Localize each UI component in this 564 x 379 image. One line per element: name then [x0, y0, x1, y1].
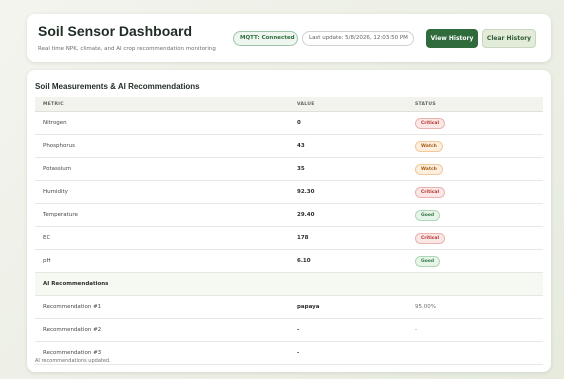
measurements-card: Soil Measurements & AI Recommendations M… [27, 70, 551, 372]
metric-value: 6.10 [297, 258, 311, 264]
table-row: EC 178 Critical [35, 227, 543, 250]
section-title: Soil Measurements & AI Recommendations [35, 82, 200, 91]
metric-name: Phosphorus [43, 143, 75, 149]
status-badge: Watch [415, 164, 443, 175]
header-card: Soil Sensor Dashboard Real time NPK, cli… [27, 14, 551, 62]
table-row: Phosphorus 43 Watch [35, 135, 543, 158]
table-row: Temperature 29.40 Good [35, 204, 543, 227]
column-header-value: VALUE [297, 102, 315, 107]
status-message: AI recommendations updated. [35, 358, 111, 364]
recommendation-label: Recommendation #2 [43, 327, 102, 333]
table-row: pH 6.10 Good [35, 250, 543, 273]
status-badge: Good [415, 210, 441, 221]
recommendation-value: - [297, 327, 300, 333]
column-header-metric: METRIC [43, 102, 64, 107]
page-subtitle: Real time NPK, climate, and AI crop reco… [38, 46, 216, 52]
metric-value: 35 [297, 166, 305, 172]
recommendation-confidence: - [415, 327, 417, 333]
metric-name: pH [43, 258, 51, 264]
metric-name: Temperature [43, 212, 78, 218]
table-row: Humidity 92.30 Critical [35, 181, 543, 204]
status-badge: Critical [415, 233, 446, 244]
table-header: METRIC VALUE STATUS [35, 97, 543, 112]
status-badge: Critical [415, 187, 446, 198]
metric-value: 178 [297, 235, 309, 241]
recommendation-value: papaya [297, 304, 320, 310]
last-update-badge: Last update: 5/8/2026, 12:03:50 PM [302, 31, 414, 46]
metric-value: 43 [297, 143, 305, 149]
clear-history-button[interactable]: Clear History [482, 29, 536, 48]
status-badge: Critical [415, 118, 446, 129]
metric-name: Potassium [43, 166, 72, 172]
ai-section-label: AI Recommendations [43, 281, 109, 287]
ai-section-header: AI Recommendations [35, 273, 543, 296]
page-title: Soil Sensor Dashboard [38, 23, 193, 39]
recommendation-row: Recommendation #3 - [35, 342, 543, 365]
recommendation-label: Recommendation #1 [43, 304, 102, 310]
status-badge: Good [415, 256, 441, 267]
metric-name: EC [43, 235, 51, 241]
recommendation-row: Recommendation #2 - - [35, 319, 543, 342]
metric-value: 92.30 [297, 189, 315, 195]
recommendation-confidence: 95.00% [415, 304, 436, 310]
view-history-button[interactable]: View History [426, 29, 478, 48]
table-row: Nitrogen 0 Critical [35, 112, 543, 135]
metric-value: 29.40 [297, 212, 315, 218]
metric-name: Humidity [43, 189, 68, 195]
measurements-table: METRIC VALUE STATUS Nitrogen 0 Critical … [35, 97, 543, 365]
recommendation-value: - [297, 350, 300, 356]
status-badge: Watch [415, 141, 443, 152]
column-header-status: STATUS [415, 102, 436, 107]
recommendation-row: Recommendation #1 papaya 95.00% [35, 296, 543, 319]
table-row: Potassium 35 Watch [35, 158, 543, 181]
metric-value: 0 [297, 120, 301, 126]
metric-name: Nitrogen [43, 120, 67, 126]
mqtt-status-badge: MQTT: Connected [233, 31, 298, 46]
